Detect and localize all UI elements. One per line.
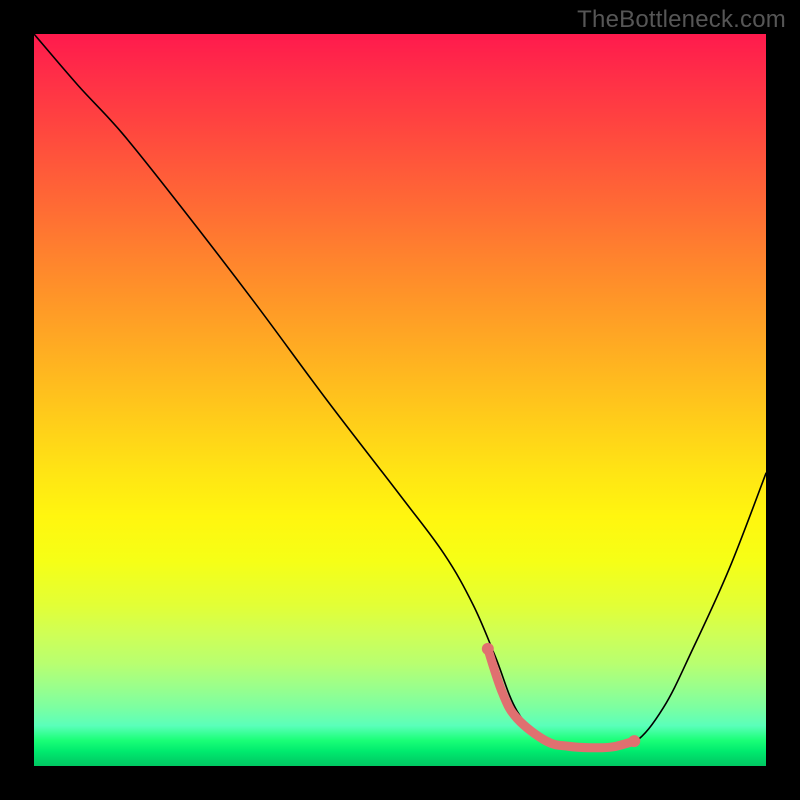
optimal-range-highlight bbox=[488, 649, 634, 748]
watermark-text: TheBottleneck.com bbox=[577, 6, 786, 34]
optimal-start-dot bbox=[482, 643, 494, 655]
optimal-end-dot bbox=[628, 735, 640, 747]
bottleneck-curve bbox=[34, 34, 766, 748]
plot-area bbox=[34, 34, 766, 766]
chart-container: TheBottleneck.com bbox=[0, 0, 800, 800]
chart-svg bbox=[34, 34, 766, 766]
